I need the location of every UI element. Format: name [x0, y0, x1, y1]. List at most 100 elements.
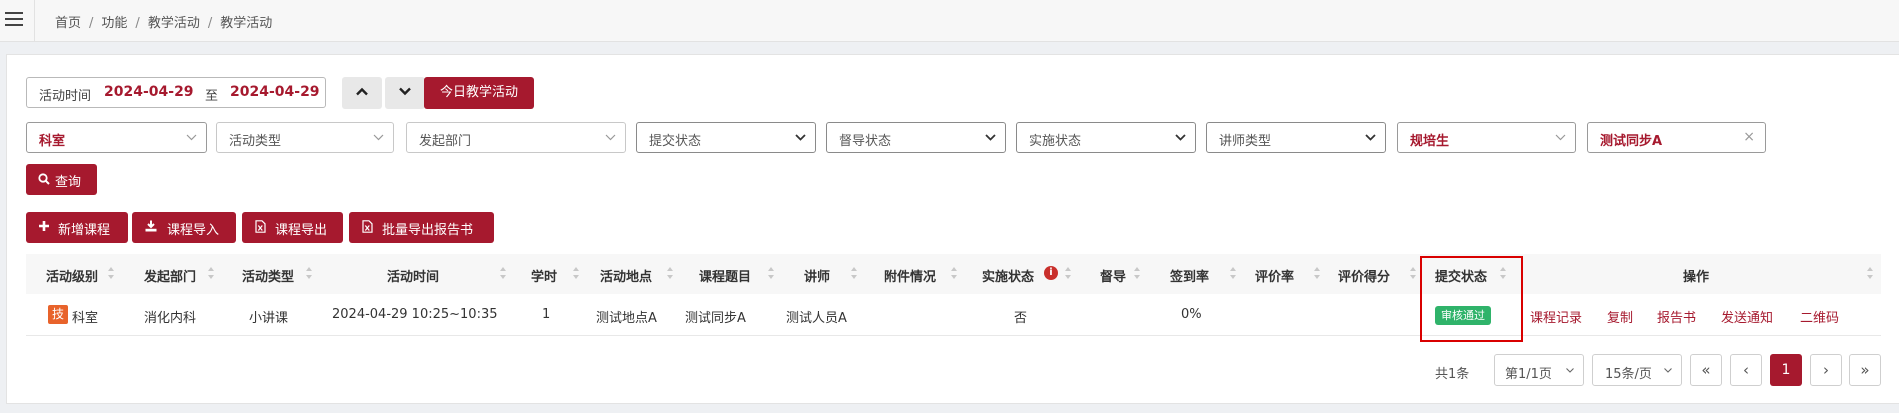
col-sign-rate[interactable]: 签到率 [1170, 266, 1209, 285]
chevron-down-icon [373, 134, 384, 141]
col-lecturer[interactable]: 讲师 [804, 266, 830, 285]
search-icon [38, 173, 50, 185]
today-activities-button[interactable]: 今日教学活动 [424, 77, 534, 109]
breadcrumb-home[interactable]: 首页 [55, 16, 81, 31]
sort-icon[interactable] [208, 267, 215, 281]
sort-icon[interactable] [1314, 267, 1321, 281]
col-activity-time[interactable]: 活动时间 [387, 266, 439, 285]
sort-icon[interactable] [768, 267, 775, 281]
send-notice-link[interactable]: 发送通知 [1721, 307, 1773, 326]
col-eval-score[interactable]: 评价得分 [1338, 266, 1390, 285]
import-course-button[interactable]: 课程导入 [132, 212, 236, 243]
qrcode-link[interactable]: 二维码 [1800, 307, 1839, 326]
sort-icon[interactable] [108, 267, 115, 281]
sort-icon[interactable] [1867, 267, 1874, 281]
initiating-dept-select[interactable]: 发起部门 [406, 122, 626, 153]
table-row [26, 294, 1881, 336]
cell-implement-status: 否 [1014, 311, 1028, 326]
col-implement-status[interactable]: 实施状态 [982, 266, 1034, 285]
cell-lecturer: 测试人员A [786, 311, 847, 326]
info-icon[interactable]: i [1044, 266, 1058, 280]
col-course[interactable]: 课程题目 [699, 266, 751, 285]
date-end[interactable]: 2024-04-29 [230, 84, 320, 100]
prev-page-button[interactable]: ‹ [1730, 354, 1762, 386]
supervise-status-select[interactable]: 督导状态 [826, 122, 1006, 153]
col-eval-rate[interactable]: 评价率 [1255, 266, 1294, 285]
skill-tag: 技 [48, 305, 68, 324]
col-hours[interactable]: 学时 [531, 266, 557, 285]
chevron-down-icon [1365, 134, 1376, 141]
submit-status-select[interactable]: 提交状态 [636, 122, 816, 153]
query-button-label: 查询 [55, 175, 82, 190]
cell-sign-rate: 0% [1181, 307, 1202, 322]
chevron-down-icon [1175, 134, 1186, 141]
col-level[interactable]: 活动级别 [46, 266, 98, 285]
col-activity-type[interactable]: 活动类型 [242, 266, 294, 285]
next-day-button[interactable] [385, 77, 425, 109]
page-select[interactable]: 第1/1页 [1494, 354, 1584, 386]
batch-export-report-label: 批量导出报告书 [382, 223, 474, 238]
sort-icon[interactable] [1230, 267, 1237, 281]
breadcrumb-current: 教学活动 [220, 16, 273, 31]
sort-icon[interactable] [851, 267, 858, 281]
sort-icon[interactable] [667, 267, 674, 281]
next-page-button[interactable]: › [1810, 354, 1842, 386]
first-page-button[interactable]: « [1690, 354, 1722, 386]
cell-location: 测试地点A [596, 311, 657, 326]
col-attachment[interactable]: 附件情况 [884, 266, 936, 285]
sort-icon[interactable] [500, 267, 507, 281]
excel-file-icon [255, 220, 266, 233]
breadcrumb-function[interactable]: 功能 [101, 16, 127, 31]
lecturer-type-select[interactable]: 讲师类型 [1206, 122, 1386, 153]
sort-icon[interactable] [573, 267, 580, 281]
implement-status-select[interactable]: 实施状态 [1016, 122, 1196, 153]
sort-icon[interactable] [1065, 267, 1072, 281]
clear-icon[interactable]: × [1743, 129, 1755, 145]
add-course-label: 新增课程 [58, 223, 111, 238]
activity-type-select[interactable]: 活动类型 [216, 122, 394, 153]
top-bar: 首页 / 功能 / 教学活动 / 教学活动 [0, 0, 1899, 42]
col-initiating-dept[interactable]: 发起部门 [144, 266, 196, 285]
col-operations: 操作 [1683, 270, 1710, 285]
add-course-button[interactable]: 新增课程 [26, 212, 128, 243]
prev-day-button[interactable] [342, 77, 382, 109]
chevron-down-icon [399, 87, 411, 96]
copy-link[interactable]: 复制 [1607, 307, 1633, 326]
date-start[interactable]: 2024-04-29 [104, 84, 194, 100]
sort-icon[interactable] [951, 267, 958, 281]
batch-export-report-button[interactable]: 批量导出报告书 [349, 212, 494, 243]
course-record-link[interactable]: 课程记录 [1530, 307, 1582, 326]
sort-icon[interactable] [1134, 267, 1141, 281]
cell-activity-time: 2024-04-29 10:25~10:35 [332, 307, 498, 322]
current-page-button[interactable]: 1 [1770, 354, 1802, 386]
sort-icon[interactable] [1410, 267, 1417, 281]
sort-icon[interactable] [306, 267, 313, 281]
download-icon [145, 220, 157, 232]
date-range-label: 活动时间 [39, 89, 92, 104]
dept-select[interactable]: 科室 [26, 122, 207, 153]
chevron-down-icon [795, 134, 806, 141]
page-size-value: 15条/页 [1605, 367, 1652, 382]
menu-icon[interactable] [5, 12, 23, 28]
export-course-label: 课程导出 [275, 223, 328, 238]
trainee-type-select[interactable]: 规培生 [1397, 122, 1576, 153]
date-sep: 至 [205, 89, 219, 104]
cell-activity-type: 小讲课 [249, 311, 289, 326]
export-course-button[interactable]: 课程导出 [242, 212, 343, 243]
cell-hours: 1 [542, 307, 551, 322]
chevron-up-icon [356, 87, 368, 96]
page-size-select[interactable]: 15条/页 [1592, 354, 1682, 386]
query-button[interactable]: 查询 [26, 164, 97, 195]
plus-icon [39, 221, 49, 231]
chevron-down-icon [985, 134, 996, 141]
report-link[interactable]: 报告书 [1657, 307, 1696, 326]
breadcrumb-teaching[interactable]: 教学活动 [148, 16, 200, 31]
col-supervise[interactable]: 督导 [1100, 266, 1126, 285]
import-course-label: 课程导入 [167, 223, 220, 238]
col-location[interactable]: 活动地点 [600, 266, 652, 285]
last-page-button[interactable]: » [1849, 354, 1881, 386]
cell-level: 科室 [72, 311, 99, 326]
course-select[interactable]: 测试同步A × [1587, 122, 1766, 153]
date-range-field[interactable]: 活动时间 2024-04-29 至 2024-04-29 [26, 77, 326, 108]
breadcrumb: 首页 / 功能 / 教学活动 / 教学活动 [55, 16, 273, 31]
